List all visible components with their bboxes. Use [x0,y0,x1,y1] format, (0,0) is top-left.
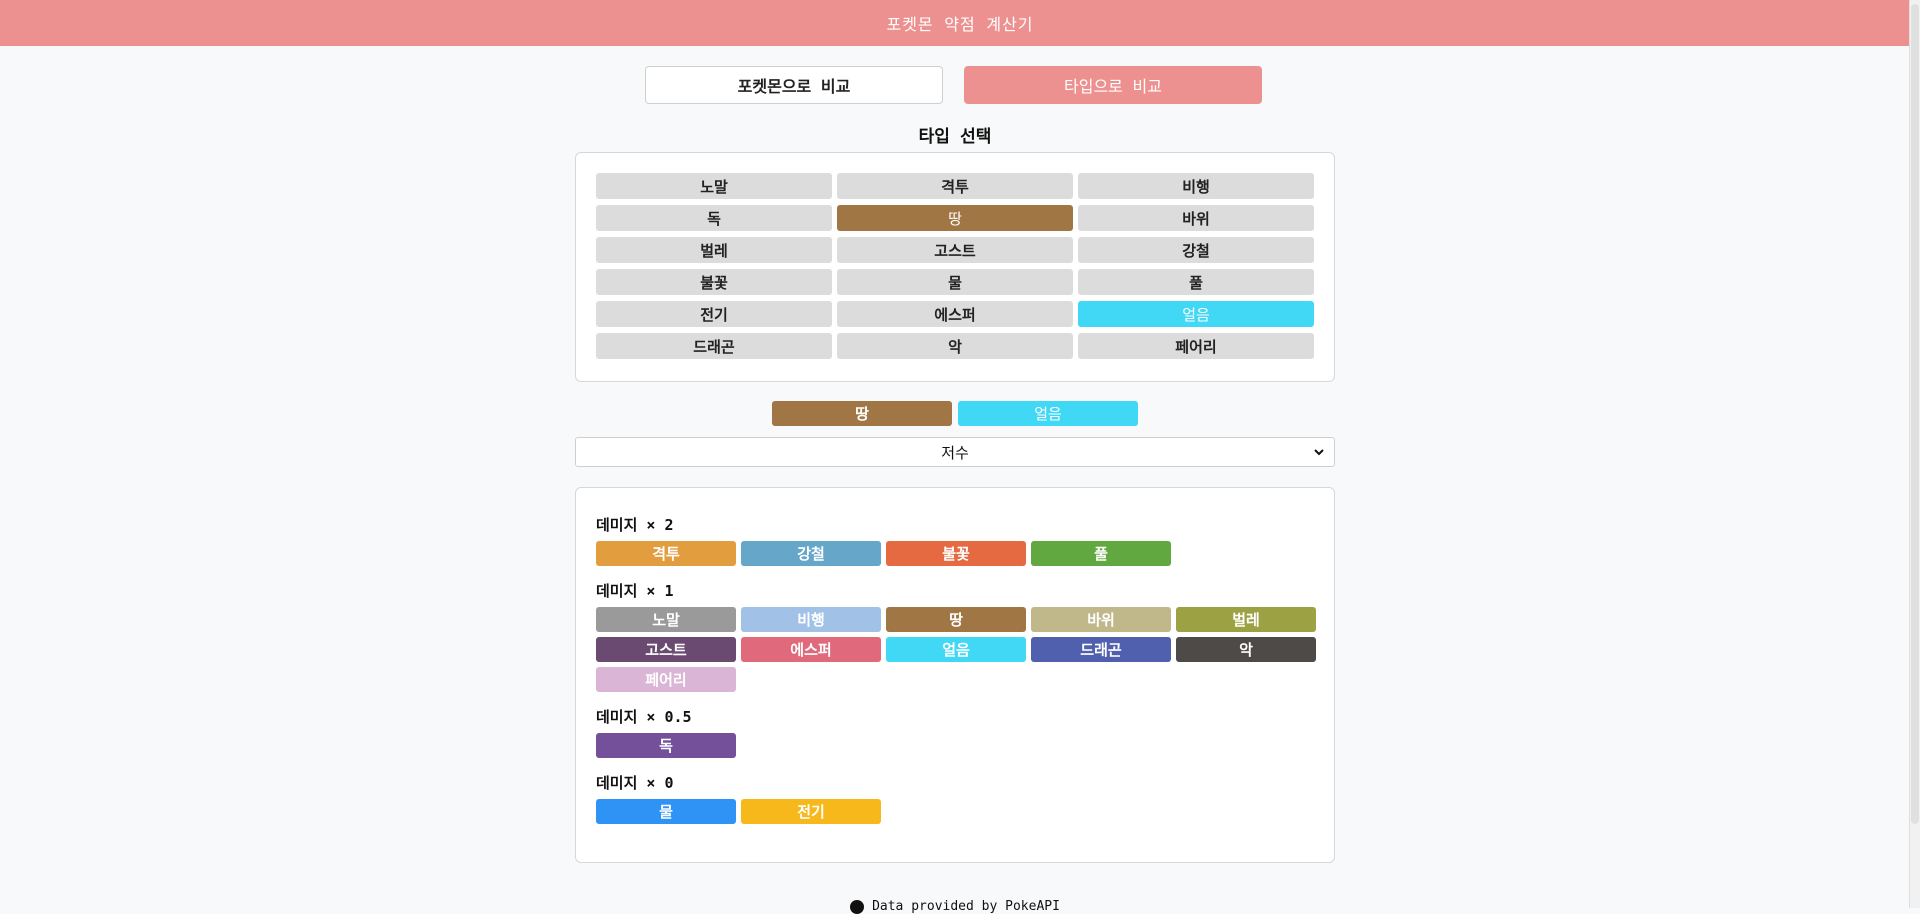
type-option[interactable]: 독 [596,205,832,231]
type-option[interactable]: 비행 [1078,173,1314,199]
chevron-down-icon [1314,449,1324,456]
damage-type-list: 독 [596,733,1316,758]
type-option[interactable]: 페어리 [1078,333,1314,359]
damage-type-chip: 얼음 [886,637,1026,662]
damage-type-list: 물 전기 [596,799,1316,824]
damage-type-chip: 독 [596,733,736,758]
footer-credit: Data provided by PokeAPI [872,899,1060,914]
type-option[interactable]: 풀 [1078,269,1314,295]
type-option[interactable]: 불꽃 [596,269,832,295]
damage-type-chip: 비행 [741,607,881,632]
type-option[interactable]: 물 [837,269,1073,295]
type-select-title: 타입 선택 [918,127,992,147]
damage-type-chip: 바위 [1031,607,1171,632]
damage-type-chip: 드래곤 [1031,637,1171,662]
type-option[interactable]: 땅 [837,205,1073,231]
damage-type-chip: 전기 [741,799,881,824]
damage-group-title: 데미지 × 0 [596,774,674,792]
selected-type-chip[interactable]: 얼음 [958,401,1138,426]
type-option[interactable]: 격투 [837,173,1073,199]
damage-type-chip: 고스트 [596,637,736,662]
damage-type-chip: 풀 [1031,541,1171,566]
selected-type-chip[interactable]: 땅 [772,401,952,426]
damage-type-chip: 땅 [886,607,1026,632]
app-title: 포켓몬 약점 계산기 [886,15,1034,34]
damage-group: 데미지 × 2 격투 강철 불꽃 풀 [596,514,1314,566]
type-option[interactable]: 노말 [596,173,832,199]
damage-type-list: 노말 비행 땅 바위 벌레고스트 에스퍼 얼음 드래곤 악페어리 [596,607,1316,692]
type-option[interactable]: 악 [837,333,1073,359]
selected-types: 땅 얼음 [0,401,1910,426]
type-option[interactable]: 바위 [1078,205,1314,231]
damage-results-panel: 데미지 × 2 격투 강철 불꽃 풀데미지 × 1 노말 비행 땅 바위 벌레고스트 에스퍼 얼음 드래… [575,487,1335,863]
damage-type-chip: 격투 [596,541,736,566]
ability-select-value: 저수 [941,443,969,462]
footer: Data provided by PokeAPI [0,899,1910,914]
damage-group-title: 데미지 × 1 [596,582,674,600]
damage-type-chip: 강철 [741,541,881,566]
type-option[interactable]: 강철 [1078,237,1314,263]
damage-group-title: 데미지 × 2 [596,516,674,534]
damage-type-chip: 악 [1176,637,1316,662]
damage-type-chip: 노말 [596,607,736,632]
vertical-scrollbar[interactable] [1909,0,1920,908]
compare-by-pokemon-button[interactable]: 포켓몬으로 비교 [645,66,943,104]
type-option[interactable]: 얼음 [1078,301,1314,327]
damage-type-list: 격투 강철 불꽃 풀 [596,541,1316,566]
damage-group: 데미지 × 0.5 독 [596,706,1314,758]
type-option[interactable]: 고스트 [837,237,1073,263]
damage-type-chip: 물 [596,799,736,824]
damage-group: 데미지 × 1 노말 비행 땅 바위 벌레고스트 에스퍼 얼음 드래곤 악페어리 [596,580,1316,692]
damage-group: 데미지 × 0 물 전기 [596,772,1314,824]
github-icon [850,899,865,914]
compare-by-type-button[interactable]: 타입으로 비교 [964,66,1262,104]
type-option[interactable]: 벌레 [596,237,832,263]
damage-type-chip: 벌레 [1176,607,1316,632]
damage-group-title: 데미지 × 0.5 [596,708,692,726]
scrollbar-thumb[interactable] [1911,4,1919,824]
type-select-panel: 노말 격투 비행독 땅 바위벌레 고스트 강철불꽃 물 풀전기 에스퍼 얼음드래곤 악 페어리 [575,152,1335,382]
type-grid: 노말 격투 비행독 땅 바위벌레 고스트 강철불꽃 물 풀전기 에스퍼 얼음드래곤 악 페어리 [596,173,1314,359]
compare-mode-toggle: 포켓몬으로 비교 타입으로 비교 [645,66,1265,104]
damage-type-chip: 페어리 [596,667,736,692]
app-header: 포켓몬 약점 계산기 [0,0,1920,46]
ability-select[interactable]: 저수 [575,437,1335,467]
type-option[interactable]: 드래곤 [596,333,832,359]
type-option[interactable]: 에스퍼 [837,301,1073,327]
damage-type-chip: 에스퍼 [741,637,881,662]
type-option[interactable]: 전기 [596,301,832,327]
damage-type-chip: 불꽃 [886,541,1026,566]
